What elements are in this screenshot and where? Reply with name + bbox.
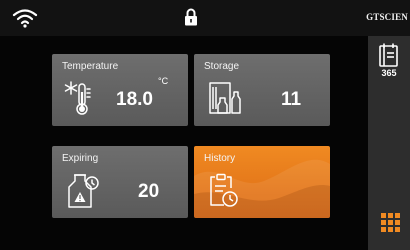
temperature-title: Temperature [62, 61, 119, 72]
history-title: History [204, 153, 236, 164]
history-tile[interactable]: History [194, 146, 330, 218]
storage-value: 11 [281, 89, 302, 110]
temperature-tile[interactable]: Temperature 18.0 °C [52, 54, 188, 126]
storage-cabinet-bottles-icon [209, 82, 241, 114]
status-bar: GTSCIEN [0, 0, 410, 36]
wifi-icon [12, 9, 38, 28]
days-count: 365 [381, 68, 397, 78]
brand-logo-text: GTSCIEN [366, 12, 408, 22]
temperature-value: 18.0 [116, 89, 153, 110]
expiring-value: 20 [138, 181, 160, 202]
bottle-warning-clock-icon [68, 174, 99, 208]
expiring-tile[interactable]: Expiring 20 [52, 146, 188, 218]
grid-menu-icon[interactable] [381, 213, 400, 232]
storage-title: Storage [204, 61, 240, 72]
storage-tile[interactable]: Storage 11 [194, 54, 330, 126]
thermometer-snowflake-icon [64, 81, 91, 115]
temperature-unit: °C [158, 76, 169, 86]
lock-icon [185, 8, 197, 26]
clipboard-clock-icon [210, 173, 238, 207]
expiring-title: Expiring [62, 153, 99, 164]
calendar-icon[interactable] [376, 42, 402, 70]
